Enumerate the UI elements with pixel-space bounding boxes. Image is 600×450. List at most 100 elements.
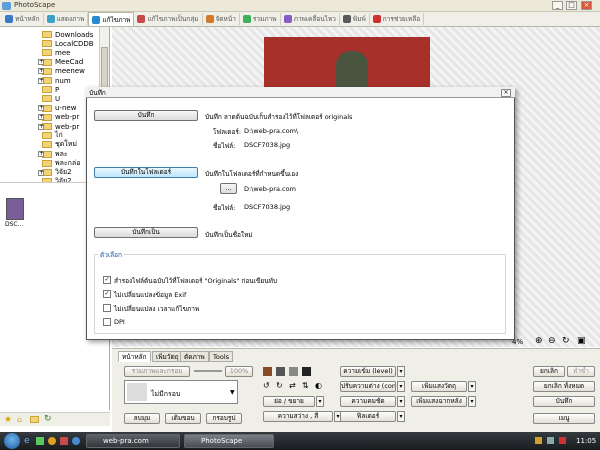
main-tab-0[interactable]: หน้าหลัก (2, 13, 44, 25)
main-tab-7[interactable]: พิมพ์ (340, 13, 370, 25)
expand-icon[interactable]: + (38, 114, 44, 121)
undo-button[interactable]: ยกเลิก (533, 366, 565, 377)
tree-item[interactable]: Downloads (42, 30, 93, 39)
tree-item[interactable]: mee (42, 48, 70, 57)
taskbar-item-photoscape[interactable]: PhotoScape (184, 434, 274, 448)
backlight-button[interactable]: เพิ่มแสงฉากหลัง (411, 396, 467, 407)
color-swatch-dark[interactable] (276, 367, 285, 376)
expand-icon[interactable]: + (38, 68, 44, 75)
mirror-icon[interactable]: ⇅ (302, 381, 309, 390)
photo-thumbnail[interactable] (6, 198, 24, 220)
frame-select[interactable]: ไม่มีกรอบ ▼ (124, 380, 238, 404)
save-as-button[interactable]: บันทึกเป็น (94, 227, 198, 238)
main-tab-1[interactable]: แสดงภาพ (44, 13, 89, 25)
dialog-close-icon[interactable]: × (501, 89, 511, 97)
main-tab-4[interactable]: จัดหน้า (203, 13, 240, 25)
option-checkbox[interactable]: ✓ (103, 290, 111, 298)
main-tab-5[interactable]: รวมภาพ (240, 13, 281, 25)
start-button[interactable] (4, 433, 20, 449)
expand-icon[interactable]: + (38, 59, 44, 66)
percent-field[interactable]: 100% (225, 366, 253, 377)
contrast-dropdown[interactable]: ▾ (397, 381, 405, 392)
level-dropdown[interactable]: ▾ (397, 366, 405, 377)
frame-slider[interactable] (194, 370, 222, 372)
tab-label: รวมภาพ (252, 15, 277, 23)
ie-icon[interactable]: e (24, 436, 30, 446)
color-swatch-brown[interactable] (263, 367, 272, 376)
tree-item[interactable]: + web-pr (38, 113, 79, 122)
browse-button[interactable]: ... (220, 183, 237, 194)
contrast-button[interactable]: ปรับความต่าง (contra (340, 381, 396, 392)
expand-icon[interactable]: + (38, 169, 44, 176)
rotate-right-icon[interactable]: ↻ (276, 381, 283, 390)
object-light-dropdown[interactable]: ▾ (468, 381, 476, 392)
margin-button[interactable]: เติมขอบ (165, 413, 201, 424)
option-checkbox[interactable] (103, 318, 111, 326)
color-swatch-pen[interactable] (302, 367, 311, 376)
expand-icon[interactable]: + (38, 77, 44, 84)
tree-item[interactable]: + meenew (38, 67, 85, 76)
main-tab-6[interactable]: ภาพเคลื่อนไหว (281, 13, 340, 25)
close-icon[interactable]: × (581, 1, 592, 10)
expand-icon[interactable]: + (38, 123, 44, 130)
resize-dropdown[interactable]: ▾ (316, 396, 324, 407)
save-button[interactable]: บันทึก (533, 396, 595, 407)
rotate-icon[interactable]: ↻ (562, 336, 570, 346)
minimize-icon[interactable]: _ (552, 1, 563, 10)
app-quicklaunch-icon[interactable] (36, 437, 44, 445)
main-tab-3[interactable]: แก้ไขภาพเป็นกลุ่ม (134, 13, 203, 25)
zoom-in-icon[interactable]: ⊕ (535, 336, 543, 346)
frame-combine-field[interactable]: รวมภาพและกรอบ (124, 366, 190, 377)
filter-dropdown[interactable]: ▾ (397, 411, 405, 422)
brightness-color-button[interactable]: ความสว่าง , สี (263, 411, 333, 422)
dropdown-arrow-icon[interactable]: ▼ (230, 389, 235, 396)
rotate-left-icon[interactable]: ↺ (263, 381, 270, 390)
tree-item[interactable]: LocalCDDB (42, 39, 94, 48)
zoom-out-icon[interactable]: ⊖ (548, 336, 556, 346)
media-icon[interactable] (60, 437, 68, 445)
tree-item[interactable]: U (42, 94, 60, 103)
frame-button[interactable]: กรอบรูป (206, 413, 242, 424)
auto-icon[interactable]: ◐ (315, 381, 322, 390)
panel-tab-objects[interactable]: เพิ่มวัตถุ (152, 351, 183, 362)
fit-icon[interactable]: ▣ (577, 336, 586, 346)
main-tab-8[interactable]: การช่วยเหลือ (370, 13, 425, 25)
panel-tab-home[interactable]: หน้าหลัก (118, 351, 151, 362)
redo-button[interactable]: ทำซ้ำ (567, 366, 595, 377)
star-icon[interactable]: ★ (4, 415, 12, 425)
expand-icon[interactable]: + (38, 151, 44, 158)
option-checkbox[interactable] (103, 304, 111, 312)
folder-icon[interactable] (30, 416, 39, 423)
browser-icon[interactable] (72, 437, 80, 445)
chrome-icon[interactable] (48, 437, 56, 445)
object-light-button[interactable]: เพิ่มแสงวัตถุ (411, 381, 467, 392)
save-in-folder-button[interactable]: บันทึกในโฟลเดอร์ (94, 167, 198, 178)
level-button[interactable]: ความเข้ม (level) (340, 366, 396, 377)
tree-item[interactable]: + u-new (38, 104, 76, 113)
round-corner-button[interactable]: ลบมุม (124, 413, 160, 424)
panel-tab-crop[interactable]: ตัดภาพ (180, 351, 209, 362)
color-swatch-gray[interactable] (289, 367, 298, 376)
undo-all-button[interactable]: ยกเลิก ทั้งหมด (533, 381, 595, 392)
expand-icon[interactable]: + (38, 105, 44, 112)
tree-item[interactable]: P (42, 85, 59, 94)
panel-tab-tools[interactable]: Tools (209, 351, 234, 362)
taskbar-item-folder[interactable]: web-pra.com (86, 434, 180, 448)
sharpen-dropdown[interactable]: ▾ (397, 396, 405, 407)
maximize-icon[interactable]: □ (566, 1, 577, 10)
resize-button[interactable]: ย่อ / ขยาย (263, 396, 315, 407)
folder-up-icon[interactable]: ⌂ (17, 415, 22, 424)
backlight-dropdown[interactable]: ▾ (468, 396, 476, 407)
filter-button[interactable]: ฟิลเตอร์ (340, 411, 396, 422)
tree-item[interactable]: + num (38, 76, 71, 85)
flip-icon[interactable]: ⇄ (289, 381, 296, 390)
main-tab-2[interactable]: แก้ไขภาพ (88, 12, 135, 26)
option-checkbox[interactable]: ✓ (103, 276, 111, 284)
menu-button[interactable]: เมนู (533, 413, 595, 424)
tab-icon (242, 15, 251, 23)
folder-icon (42, 31, 52, 38)
refresh-icon[interactable]: ↻ (44, 414, 52, 424)
dialog-save-button[interactable]: บันทึก (94, 110, 198, 121)
tree-item[interactable]: + MeeCad (38, 58, 83, 67)
sharpen-button[interactable]: ความคมชัด (340, 396, 396, 407)
